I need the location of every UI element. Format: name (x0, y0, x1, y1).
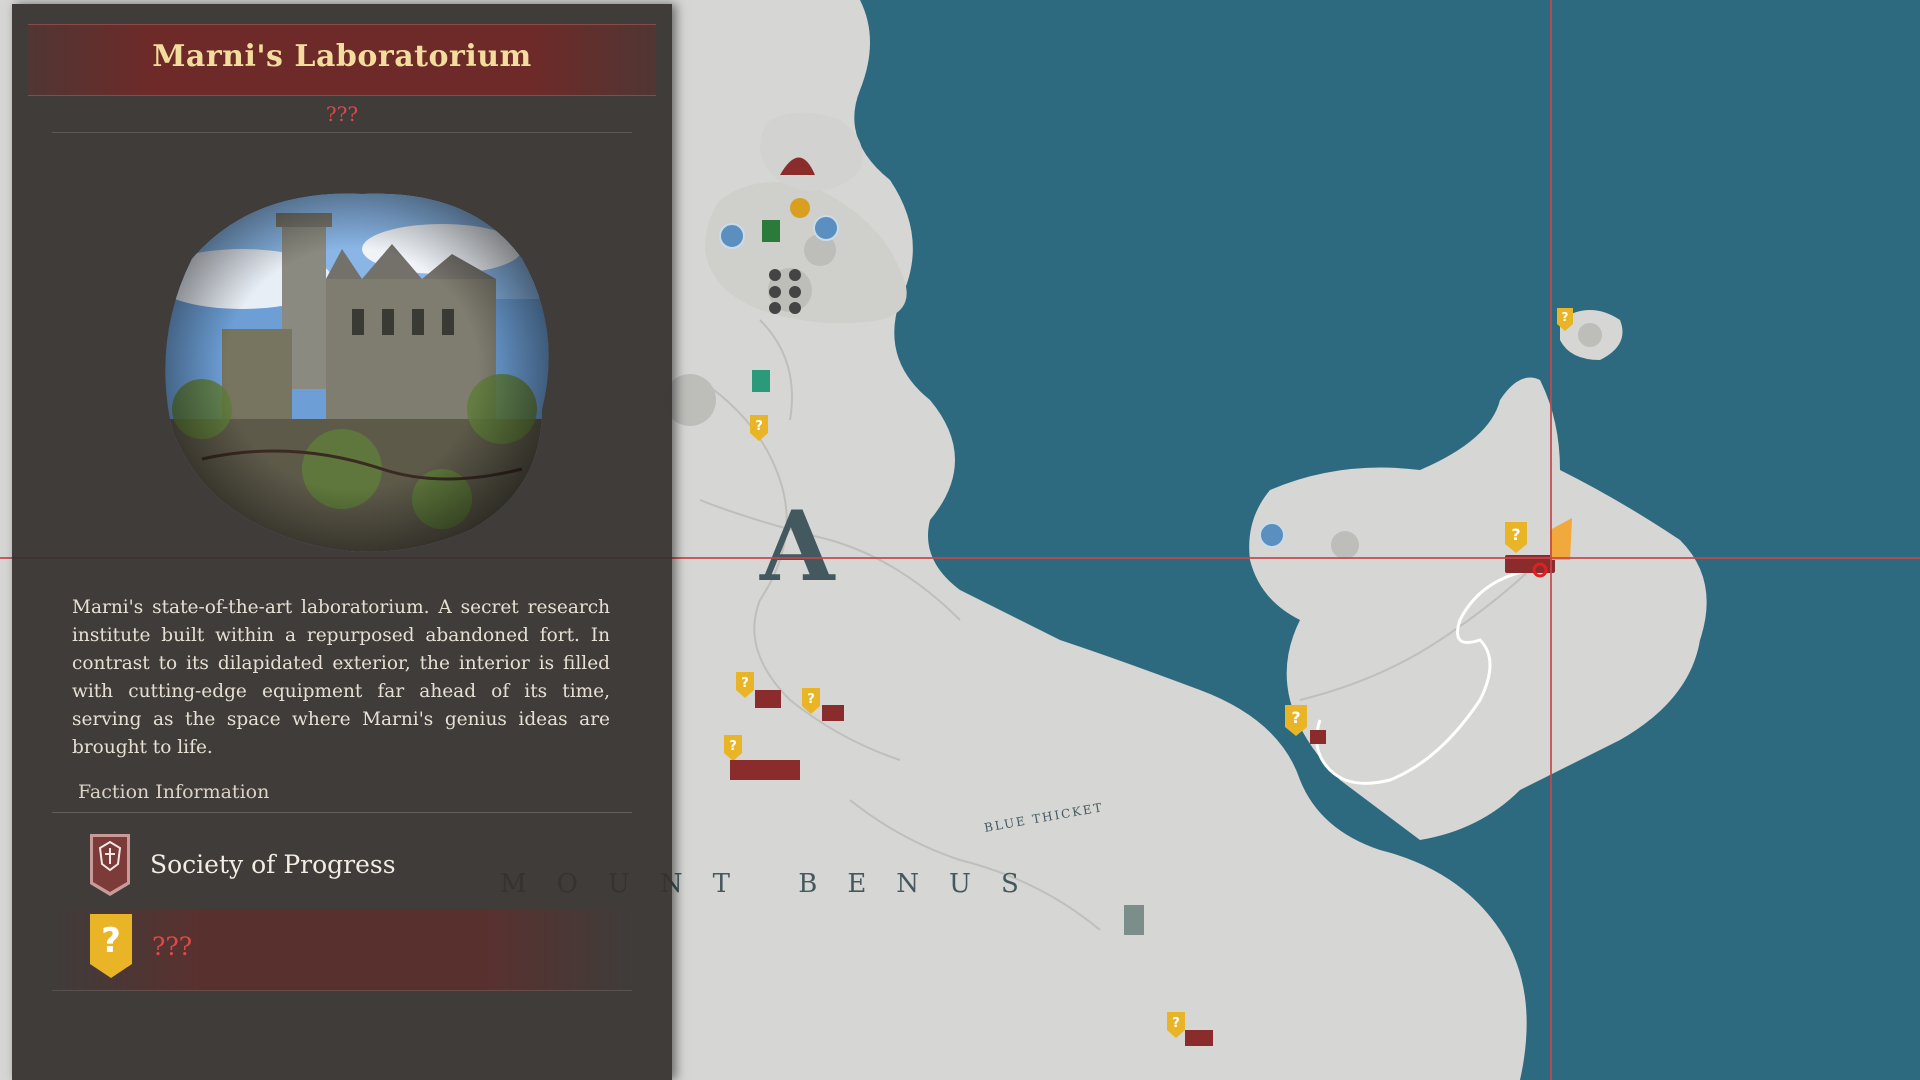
svg-text:?: ? (741, 676, 749, 691)
crosshair-vertical (1550, 0, 1552, 1080)
divider (52, 132, 632, 133)
svg-text:?: ? (1511, 525, 1520, 544)
svg-text:?: ? (729, 739, 737, 754)
title-bar: Marni's Laboratorium (28, 24, 656, 96)
svg-text:?: ? (755, 419, 763, 434)
faction-row[interactable]: Society of Progress (52, 832, 632, 898)
location-illustration (165, 193, 549, 552)
svg-text:?: ? (1562, 310, 1569, 324)
svg-text:?: ? (1172, 1016, 1180, 1031)
faction-name: Society of Progress (150, 850, 396, 879)
faction-row[interactable]: ? ??? (52, 910, 632, 991)
faction-banner-icon (90, 834, 130, 896)
faction-unknown-label: ??? (152, 932, 193, 961)
divider (52, 812, 632, 813)
svg-text:?: ? (101, 921, 121, 961)
location-title: Marni's Laboratorium (152, 39, 532, 74)
unknown-quest-icon: ? (90, 914, 132, 978)
location-subtitle: ??? (325, 102, 359, 126)
svg-text:?: ? (1291, 708, 1300, 727)
location-description: Marni's state-of-the-art laboratorium. A… (72, 597, 610, 758)
region-label-a: A (759, 490, 836, 603)
location-info-panel: Marni's Laboratorium ??? Marni's state-o… (12, 4, 672, 1080)
svg-text:?: ? (807, 692, 815, 707)
faction-header: Faction Information (78, 781, 270, 803)
